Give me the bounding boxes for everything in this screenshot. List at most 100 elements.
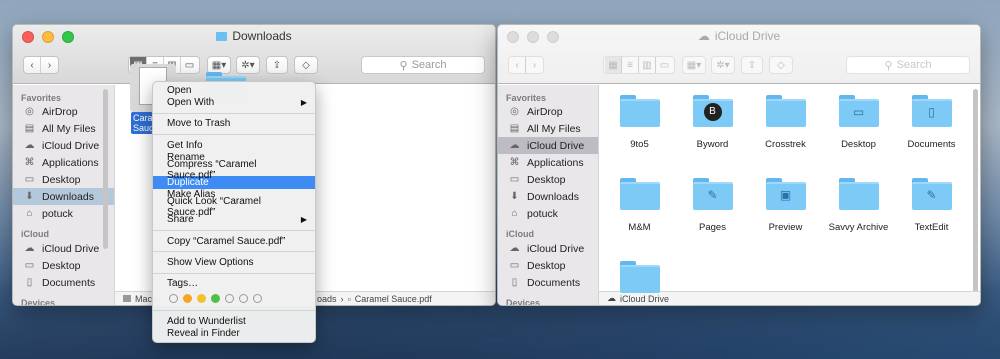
search-icon: ⚲ (399, 59, 408, 72)
menu-item-show-view-options[interactable]: Show View Options (153, 256, 315, 268)
menu-separator (153, 112, 315, 114)
share-button[interactable]: ⇪ (741, 56, 763, 74)
menu-item-get-info[interactable]: Get Info (153, 139, 315, 151)
sidebar-item-downloads[interactable]: ⬇ Downloads (13, 188, 114, 205)
tag-color-dot[interactable] (239, 293, 248, 303)
folder-item[interactable]: ✎ Pages (676, 178, 749, 233)
sidebar-item-applications[interactable]: ⌘ Applications (498, 154, 598, 171)
sidebar-item-desktop[interactable]: ▭ Desktop (498, 171, 598, 188)
folder-item[interactable]: Crosstrek (749, 95, 822, 150)
arrange-button[interactable]: ▦▾ (682, 56, 706, 74)
sidebar: Favorites ◎ AirDrop ▤ All My Files ☁ iCloud D… (498, 85, 599, 305)
coverflow-view-button[interactable]: ▭ (656, 57, 673, 73)
path-downloads[interactable]: oads (317, 294, 337, 304)
sidebar-item-potuck[interactable]: ⌂ potuck (498, 205, 598, 222)
menu-item-open-with[interactable]: Open With ▶ (153, 96, 315, 108)
airdrop-icon: ◎ (25, 106, 34, 117)
menu-item-label: Add to Wunderlist (167, 315, 246, 327)
sidebar-item-documents[interactable]: ▯ Documents (13, 274, 114, 291)
action-gear-button[interactable]: ✲▾ (711, 56, 735, 74)
tag-color-dot[interactable] (211, 293, 220, 303)
search-placeholder: Search (896, 59, 932, 71)
downloads-icon: ⬇ (25, 191, 34, 202)
sidebar-item-label: Desktop (42, 173, 81, 186)
chevron-right-icon: › (340, 293, 344, 304)
sidebar-item-icloud-drive[interactable]: ☁ iCloud Drive (498, 240, 598, 257)
menu-item-move-to-trash[interactable]: Move to Trash (153, 118, 315, 130)
list-view-button[interactable]: ≡ (622, 57, 639, 73)
forward-button[interactable]: › (526, 57, 543, 73)
folder-label: M&M (628, 222, 651, 233)
folder-item[interactable]: B Byword (676, 95, 749, 150)
tag-color-dot[interactable] (197, 293, 206, 303)
sidebar-item-icloud-drive[interactable]: ☁ iCloud Drive (13, 240, 114, 257)
window-title-text: Downloads (232, 29, 292, 43)
applications-icon: ⌘ (24, 157, 35, 168)
column-view-button[interactable]: ▥ (639, 57, 656, 73)
menu-item-open[interactable]: Open (153, 84, 315, 96)
search-field[interactable]: ⚲ Search (846, 56, 970, 74)
tag-color-dot[interactable] (225, 293, 234, 303)
desktop-icon: ▭ (509, 174, 520, 185)
folder-item[interactable]: ▭ Desktop (822, 95, 895, 150)
sidebar-item-desktop[interactable]: ▭ Desktop (13, 171, 114, 188)
sidebar-item-all-my-files[interactable]: ▤ All My Files (498, 120, 598, 137)
scrollbar[interactable] (973, 89, 978, 304)
sidebar-item-desktop[interactable]: ▭ Desktop (498, 257, 598, 274)
sidebar-item-applications[interactable]: ⌘ Applications (13, 154, 114, 171)
sidebar-item-airdrop[interactable]: ◎ AirDrop (498, 103, 598, 120)
sidebar-item-label: All My Files (42, 122, 96, 135)
sidebar-item-label: Desktop (42, 259, 81, 272)
back-button[interactable]: ‹ (509, 57, 526, 73)
tag-color-dot[interactable] (183, 293, 192, 303)
sidebar-item-downloads[interactable]: ⬇ Downloads (498, 188, 598, 205)
sidebar-item-all-my-files[interactable]: ▤ All My Files (13, 120, 114, 137)
documents-icon: ▯ (511, 277, 518, 288)
sidebar-item-icloud-drive[interactable]: ☁ iCloud Drive (13, 137, 114, 154)
sidebar-item-desktop[interactable]: ▭ Desktop (13, 257, 114, 274)
folder-item[interactable]: Savvy Archive (822, 178, 895, 233)
folder-label: Desktop (841, 139, 876, 150)
folder-item[interactable]: M&M (603, 178, 676, 233)
path-file[interactable]: Caramel Sauce.pdf (355, 294, 432, 304)
cloud-icon: ☁ (509, 243, 520, 254)
menu-item-reveal-in-finder[interactable]: Reveal in Finder (153, 327, 315, 339)
sidebar-item-documents[interactable]: ▯ Documents (498, 274, 598, 291)
folder-item[interactable]: ✎ TextEdit (895, 178, 968, 233)
tags-button[interactable]: ◇ (294, 56, 318, 74)
menu-item-label: Open (167, 84, 192, 96)
cloud-icon: ☁ (24, 140, 35, 151)
icon-view-button[interactable]: ▦ (605, 57, 622, 73)
share-button[interactable]: ⇪ (266, 56, 288, 74)
folder-item[interactable]: 9to5 (603, 95, 676, 150)
folder-item[interactable]: ▣ Preview (749, 178, 822, 233)
window-title: Downloads (13, 29, 495, 43)
sidebar-item-label: All My Files (527, 122, 581, 135)
sidebar-item-airdrop[interactable]: ◎ AirDrop (13, 103, 114, 120)
selected-file-name[interactable]: Caramel Sauce (131, 112, 153, 134)
folder-label: Crosstrek (765, 139, 806, 150)
sidebar-item-icloud-drive[interactable]: ☁ iCloud Drive (498, 137, 598, 154)
search-field[interactable]: ⚲ Search (361, 56, 485, 74)
back-button[interactable]: ‹ (24, 57, 41, 73)
forward-button[interactable]: › (41, 57, 58, 73)
folder-item[interactable]: To File (603, 261, 676, 305)
coverflow-view-button[interactable]: ▭ (181, 57, 198, 73)
sidebar-header-favorites: Favorites (506, 93, 547, 103)
window-title-text: iCloud Drive (714, 29, 781, 43)
sidebar-item-label: Downloads (527, 190, 579, 203)
sidebar-item-potuck[interactable]: ⌂ potuck (13, 205, 114, 222)
tag-color-dot[interactable] (169, 293, 178, 303)
menu-item-compress-caramel-sauce-pdf[interactable]: Compress “Caramel Sauce.pdf” (153, 159, 315, 181)
menu-item-quick-look-caramel-sauce-pdf[interactable]: Quick Look “Caramel Sauce.pdf” (153, 196, 315, 218)
folder-icon: ▭ (838, 95, 879, 127)
cloud-icon: ☁ (697, 29, 710, 43)
view-mode-buttons: ▦ ≡ ▥ ▭ (603, 56, 675, 74)
tag-color-dot[interactable] (253, 293, 262, 303)
menu-item-copy-caramel-sauce-pdf[interactable]: Copy “Caramel Sauce.pdf” (153, 235, 315, 247)
menu-item-tags[interactable]: Tags… (153, 278, 315, 290)
scrollbar[interactable] (103, 89, 108, 249)
tags-button[interactable]: ◇ (769, 56, 793, 74)
menu-item-add-to-wunderlist[interactable]: Add to Wunderlist (153, 315, 315, 327)
folder-item[interactable]: ▯ Documents (895, 95, 968, 150)
